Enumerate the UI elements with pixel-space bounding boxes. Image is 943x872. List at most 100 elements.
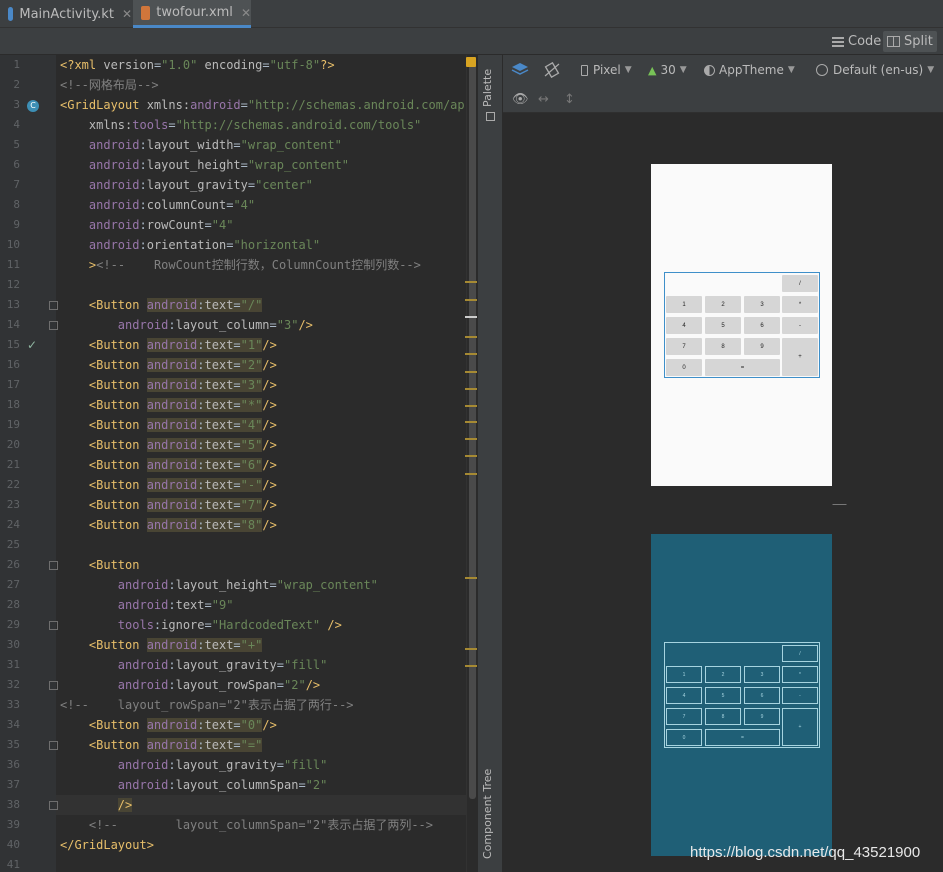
calc-button-preview[interactable]: * — [782, 296, 818, 313]
orientation-icon[interactable] — [543, 61, 561, 79]
warning-indicator-icon[interactable] — [466, 57, 476, 67]
calc-button-preview[interactable]: 5 — [705, 317, 741, 334]
fold-marker[interactable] — [49, 621, 58, 630]
code-line[interactable]: <!-- layout_rowSpan="2"表示占据了两行--> — [60, 695, 476, 715]
code-line[interactable]: </GridLayout> — [60, 835, 476, 855]
calc-button-preview[interactable]: 2 — [705, 296, 741, 313]
calc-button-blueprint[interactable]: 6 — [744, 687, 780, 704]
editor-scrollbar-thumb[interactable] — [469, 59, 476, 799]
calc-button-blueprint[interactable]: * — [782, 666, 818, 683]
code-line[interactable] — [60, 535, 476, 555]
calc-button-blueprint[interactable]: 1 — [666, 666, 702, 683]
code-line[interactable]: <Button android:text="1"/> — [60, 335, 476, 355]
calc-button-blueprint[interactable]: 4 — [666, 687, 702, 704]
code-line[interactable] — [60, 275, 476, 295]
calc-button-preview[interactable]: 8 — [705, 338, 741, 355]
code-line[interactable]: xmlns:tools="http://schemas.android.com/… — [60, 115, 476, 135]
calc-button-preview[interactable]: + — [782, 338, 818, 376]
code-line[interactable]: tools:ignore="HardcodedText" /> — [60, 615, 476, 635]
calc-button-blueprint[interactable]: 9 — [744, 708, 780, 725]
split-view-button[interactable]: Split — [883, 31, 937, 52]
calc-button-blueprint[interactable]: - — [782, 687, 818, 704]
blueprint-preview-screen[interactable]: / 1 2 3 * 4 5 6- 7 8 9 +0 = — [651, 534, 832, 856]
code-line[interactable]: android:layout_gravity="fill" — [60, 755, 476, 775]
vertical-resize-icon[interactable]: ↕ — [564, 90, 575, 108]
calc-button-blueprint[interactable]: 7 — [666, 708, 702, 725]
gridlayout-preview[interactable]: / 1 2 3 * 4 5 6- 7 8 9 +0 = — [664, 272, 820, 378]
code-line[interactable]: <?xml version="1.0" encoding="utf-8"?> — [60, 55, 476, 75]
code-line[interactable]: ><!-- RowCount控制行数，ColumnCount控制列数--> — [60, 255, 476, 275]
tab-mainactivity[interactable]: MainActivity.kt ✕ — [0, 0, 132, 28]
fold-marker[interactable] — [49, 801, 58, 810]
code-line[interactable]: <Button android:text="3"/> — [60, 375, 476, 395]
code-line[interactable]: android:layout_gravity="fill" — [60, 655, 476, 675]
horizontal-resize-icon[interactable]: ↔ — [538, 90, 549, 108]
calc-button-blueprint[interactable]: / — [782, 645, 818, 662]
calc-button-preview[interactable]: 1 — [666, 296, 702, 313]
calc-button-blueprint[interactable]: 0 — [666, 729, 702, 746]
code-line[interactable]: <!-- layout_columnSpan="2"表示占据了两列--> — [60, 815, 476, 835]
code-line[interactable]: android:layout_height="wrap_content" — [60, 575, 476, 595]
calc-button-blueprint[interactable]: 2 — [705, 666, 741, 683]
calc-button-preview[interactable]: 9 — [744, 338, 780, 355]
design-preview-screen[interactable]: / 1 2 3 * 4 5 6- 7 8 9 +0 = — [651, 164, 832, 486]
calc-button-blueprint[interactable]: 5 — [705, 687, 741, 704]
theme-selector[interactable]: AppTheme ▼ — [704, 61, 795, 79]
code-line[interactable]: android:layout_height="wrap_content" — [60, 155, 476, 175]
code-line[interactable]: <Button android:text="7"/> — [60, 495, 476, 515]
code-line[interactable]: <Button android:text="8"/> — [60, 515, 476, 535]
calc-button-preview[interactable]: 7 — [666, 338, 702, 355]
code-line[interactable]: android:layout_rowSpan="2"/> — [60, 675, 476, 695]
calc-button-blueprint[interactable]: 8 — [705, 708, 741, 725]
code-line[interactable]: android:layout_gravity="center" — [60, 175, 476, 195]
code-line[interactable]: <Button android:text="6"/> — [60, 455, 476, 475]
code-line[interactable]: <Button android:text="2"/> — [60, 355, 476, 375]
close-icon[interactable]: ✕ — [241, 6, 251, 20]
code-line[interactable]: <!--网格布局--> — [60, 75, 476, 95]
gridlayout-blueprint[interactable]: / 1 2 3 * 4 5 6- 7 8 9 +0 = — [664, 642, 820, 748]
calc-button-preview[interactable]: 4 — [666, 317, 702, 334]
close-icon[interactable]: ✕ — [122, 7, 132, 21]
code-line[interactable]: <Button android:text="=" — [60, 735, 476, 755]
calc-button-preview[interactable]: 0 — [666, 359, 702, 376]
eye-icon[interactable]: 👁 — [512, 90, 529, 108]
class-gutter-icon[interactable]: C — [27, 100, 39, 112]
code-line[interactable]: <Button android:text="/" — [60, 295, 476, 315]
calc-button-preview[interactable]: 6 — [744, 317, 780, 334]
code-line[interactable]: android:orientation="horizontal" — [60, 235, 476, 255]
code-line[interactable]: <Button android:text="+" — [60, 635, 476, 655]
code-line[interactable]: /> — [60, 795, 476, 815]
code-line[interactable]: android:columnCount="4" — [60, 195, 476, 215]
code-line[interactable]: <Button — [60, 555, 476, 575]
palette-panel-toggle[interactable]: Palette — [481, 69, 494, 107]
calc-button-preview[interactable]: - — [782, 317, 818, 334]
code-line[interactable]: android:layout_column="3"/> — [60, 315, 476, 335]
code-view-button[interactable]: Code — [828, 31, 885, 52]
component-tree-panel-toggle[interactable]: Component Tree — [481, 769, 494, 859]
fold-marker[interactable] — [49, 301, 58, 310]
code-line[interactable]: <Button android:text="0"/> — [60, 715, 476, 735]
code-line[interactable]: android:layout_width="wrap_content" — [60, 135, 476, 155]
api-level-selector[interactable]: ▲ 30 ▼ — [648, 61, 687, 79]
device-selector[interactable]: Pixel ▼ — [581, 61, 632, 79]
code-line[interactable]: <Button android:text="5"/> — [60, 435, 476, 455]
layers-icon[interactable] — [511, 61, 529, 79]
calc-button-preview[interactable]: = — [705, 359, 780, 376]
calc-button-blueprint[interactable]: = — [705, 729, 780, 746]
calc-button-blueprint[interactable]: 3 — [744, 666, 780, 683]
fold-marker[interactable] — [49, 321, 58, 330]
resize-handle[interactable] — [832, 491, 860, 505]
code-line[interactable] — [60, 855, 476, 872]
fold-marker[interactable] — [49, 681, 58, 690]
code-line[interactable]: <Button android:text="4"/> — [60, 415, 476, 435]
code-editor[interactable]: 1 <?xml version="1.0" encoding="utf-8"?> 2… — [0, 55, 478, 872]
code-line[interactable]: android:layout_columnSpan="2" — [60, 775, 476, 795]
fold-marker[interactable] — [49, 741, 58, 750]
code-line[interactable]: <Button android:text="*"/> — [60, 395, 476, 415]
locale-selector[interactable]: Default (en-us) ▼ — [816, 61, 934, 79]
calc-button-preview[interactable]: / — [782, 275, 818, 292]
calc-button-blueprint[interactable]: + — [782, 708, 818, 746]
code-line[interactable]: android:text="9" — [60, 595, 476, 615]
calc-button-preview[interactable]: 3 — [744, 296, 780, 313]
code-line[interactable]: android:rowCount="4" — [60, 215, 476, 235]
